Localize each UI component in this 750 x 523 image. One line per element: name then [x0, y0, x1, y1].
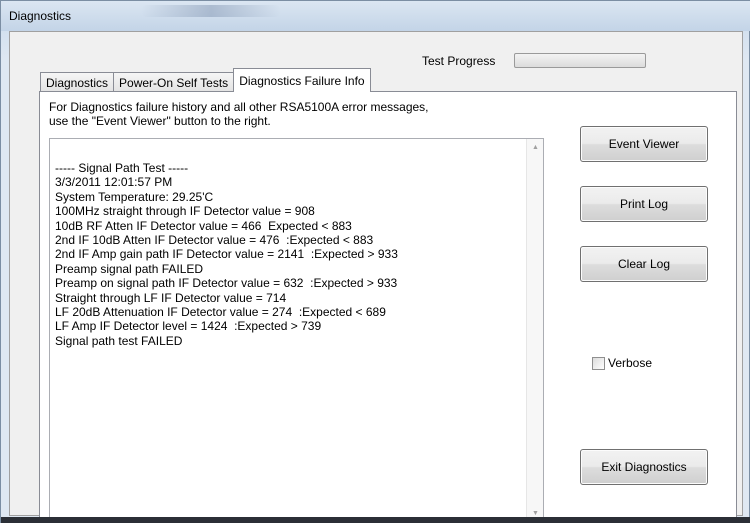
- log-line: 100MHz straight through IF Detector valu…: [55, 204, 315, 219]
- info-text: For Diagnostics failure history and all …: [49, 100, 429, 128]
- log-line: LF Amp IF Detector level = 1424 :Expecte…: [55, 319, 322, 334]
- dialog-client-area: Test Progress Diagnostics Power-On Self …: [9, 31, 743, 523]
- log-line: 3/3/2011 12:01:57 PM: [55, 175, 173, 190]
- log-line: ----- Signal Path Test -----: [55, 161, 189, 175]
- window-title: Diagnostics: [9, 9, 72, 23]
- scroll-up-arrow-icon[interactable]: ▲: [527, 139, 544, 156]
- verbose-checkbox-row[interactable]: Verbose: [592, 356, 652, 370]
- info-line-1: For Diagnostics failure history and all …: [49, 100, 429, 114]
- verbose-label: Verbose: [608, 356, 653, 370]
- log-content: ----- Signal Path Test ----- 3/3/2011 12:…: [55, 161, 398, 348]
- log-line: Preamp signal path FAILED: [55, 261, 204, 276]
- tab-diagnostics-failure-info[interactable]: Diagnostics Failure Info: [233, 68, 371, 92]
- window-bottom-edge: [1, 517, 750, 523]
- failure-info-panel: For Diagnostics failure history and all …: [39, 91, 737, 523]
- log-line: Signal path test FAILED: [55, 333, 183, 348]
- title-bar[interactable]: Diagnostics: [1, 1, 750, 31]
- log-line: Straight through LF IF Detector value = …: [55, 290, 287, 305]
- tab-strip: Diagnostics Power-On Self Tests Diagnost…: [40, 68, 371, 92]
- test-progress-label: Test Progress: [422, 54, 496, 68]
- log-line: System Temperature: 29.25'C: [55, 189, 214, 204]
- exit-diagnostics-button[interactable]: Exit Diagnostics: [580, 449, 708, 485]
- test-progress-bar: [514, 53, 646, 68]
- log-textbox[interactable]: ----- Signal Path Test ----- 3/3/2011 12:…: [49, 138, 544, 523]
- log-line: 2nd IF Amp gain path IF Detector value =…: [55, 247, 398, 262]
- log-line: 2nd IF 10dB Atten IF Detector value = 47…: [55, 233, 374, 248]
- log-line: LF 20dB Attenuation IF Detector value = …: [55, 305, 386, 320]
- log-line: 10dB RF Atten IF Detector value = 466 Ex…: [55, 218, 352, 233]
- title-bar-blur: [141, 5, 281, 17]
- verbose-checkbox[interactable]: [592, 356, 605, 370]
- log-scrollbar[interactable]: ▲ ▼: [526, 139, 543, 522]
- clear-log-button[interactable]: Clear Log: [580, 246, 708, 282]
- tab-power-on-self-tests[interactable]: Power-On Self Tests: [113, 72, 235, 92]
- tab-diagnostics[interactable]: Diagnostics: [40, 72, 115, 92]
- log-line: Preamp on signal path IF Detector value …: [55, 276, 398, 291]
- diagnostics-window: Diagnostics Test Progress Diagnostics Po…: [0, 0, 750, 523]
- print-log-button[interactable]: Print Log: [580, 186, 708, 222]
- event-viewer-button[interactable]: Event Viewer: [580, 126, 708, 162]
- info-line-2: use the "Event Viewer" button to the rig…: [49, 114, 271, 128]
